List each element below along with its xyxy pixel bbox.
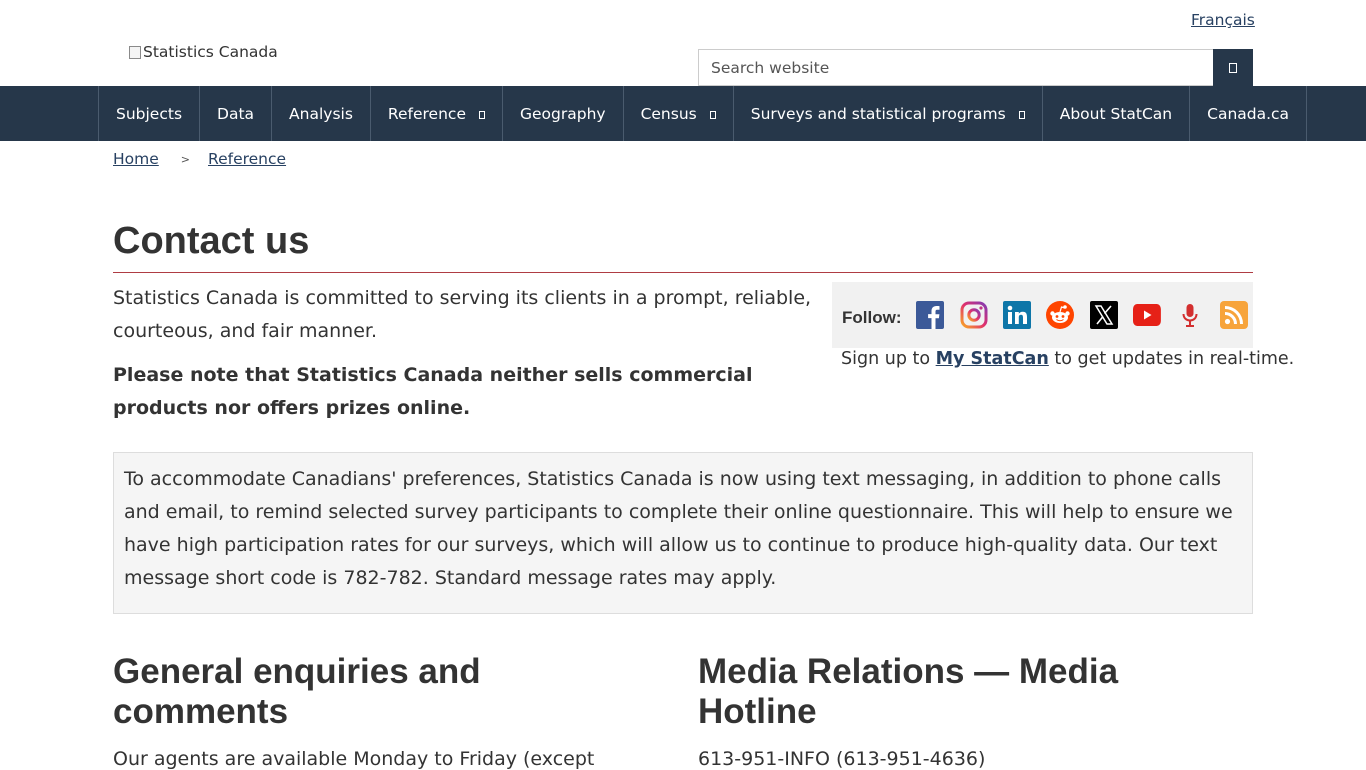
linkedin-icon[interactable] <box>1003 301 1032 329</box>
nav-item-label: Canada.ca <box>1207 104 1290 123</box>
x-icon[interactable] <box>1089 301 1118 329</box>
nav-item-label: Reference <box>387 104 466 123</box>
search-input[interactable] <box>698 49 1213 86</box>
nav-item-subjects[interactable]: Subjects <box>99 86 201 141</box>
title-divider <box>113 272 1253 273</box>
general-enquiries-heading: General enquiries and comments <box>113 652 481 731</box>
nav-item-surveys[interactable]: Surveys and statistical programs <box>734 86 1043 141</box>
nav-item-data[interactable]: Data <box>200 86 273 141</box>
submenu-icon <box>709 111 716 119</box>
breadcrumb-home-link[interactable]: Home <box>113 150 159 168</box>
nav-item-label: Geography <box>519 104 606 123</box>
search-icon <box>1229 62 1237 73</box>
nav-item-analysis[interactable]: Analysis <box>272 86 371 141</box>
statistics-canada-logo[interactable]: Statistics Canada <box>128 43 278 61</box>
nav-item-geography[interactable]: Geography <box>503 86 624 141</box>
rss-icon[interactable] <box>1219 301 1248 329</box>
language-toggle-link[interactable]: Français <box>1191 11 1255 29</box>
reddit-icon[interactable] <box>1046 301 1075 329</box>
search-button[interactable] <box>1213 49 1253 86</box>
nav-item-label: Subjects <box>116 104 183 123</box>
nav-item-label: Data <box>217 104 255 123</box>
broken-image-icon <box>128 44 142 60</box>
nav-item-label: About StatCan <box>1059 104 1173 123</box>
instagram-icon[interactable] <box>960 301 988 329</box>
breadcrumb-separator: > <box>180 152 190 166</box>
youtube-icon[interactable] <box>1132 301 1161 329</box>
intro-text: Statistics Canada is committed to servin… <box>113 287 812 342</box>
nav-item-label: Analysis <box>289 104 353 123</box>
notice-text: Please note that Statistics Canada neith… <box>113 364 753 419</box>
nav-item-label: Surveys and statistical programs <box>750 104 1006 123</box>
nav-item-canada-ca[interactable]: Canada.ca <box>1190 86 1308 141</box>
signup-suffix: to get updates in real-time. <box>1048 349 1295 369</box>
nav-item-reference[interactable]: Reference <box>371 86 503 141</box>
site-search <box>698 49 1253 86</box>
follow-panel: Follow: <box>832 282 1253 348</box>
nav-item-label: Census <box>640 104 697 123</box>
media-hotline-number: 613-951-INFO (613-951-4636) <box>698 748 986 770</box>
submenu-icon <box>1018 111 1025 119</box>
logo-alt-text: Statistics Canada <box>143 43 278 61</box>
breadcrumb: Home > Reference <box>113 150 286 168</box>
signup-prefix: Sign up to <box>841 349 936 369</box>
facebook-icon[interactable] <box>916 301 945 329</box>
signup-text: Sign up to My StatCan to get updates in … <box>841 349 1294 369</box>
main-menu: Subjects Data Analysis Reference Geograp… <box>0 86 1366 141</box>
my-statcan-link[interactable]: My StatCan <box>936 349 1049 369</box>
podcast-microphone-icon[interactable] <box>1176 301 1204 329</box>
breadcrumb-reference-link[interactable]: Reference <box>208 150 286 168</box>
media-relations-heading: Media Relations — Media Hotline <box>698 652 1119 731</box>
general-enquiries-text: Our agents are available Monday to Frida… <box>113 748 595 770</box>
text-messaging-notice: To accommodate Canadians' preferences, S… <box>113 452 1253 614</box>
nav-item-census[interactable]: Census <box>624 86 734 141</box>
nav-item-about-statcan[interactable]: About StatCan <box>1043 86 1191 141</box>
follow-label: Follow: <box>842 308 902 327</box>
submenu-icon <box>478 111 485 119</box>
page-title: Contact us <box>113 220 310 262</box>
